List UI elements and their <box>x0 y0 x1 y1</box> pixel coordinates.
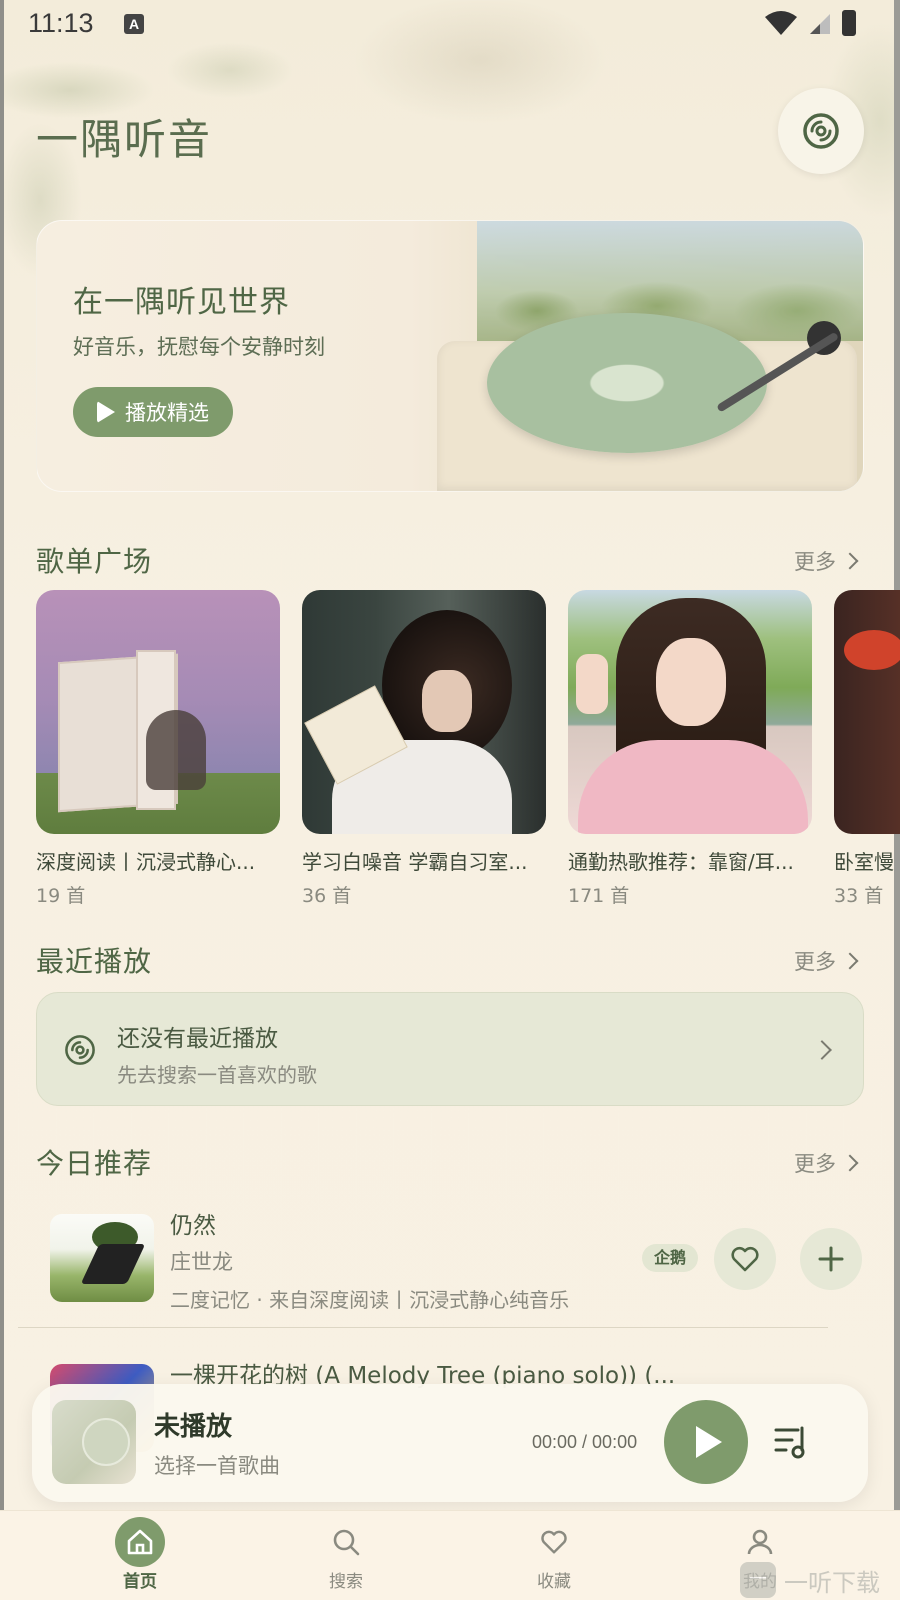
plus-icon <box>818 1246 844 1272</box>
recent-empty-subtitle: 先去搜索一首喜欢的歌 <box>117 1063 317 1087</box>
nav-favorites-icon-bg <box>529 1517 579 1567</box>
cover-art-hand <box>576 654 608 714</box>
disc-icon <box>803 113 839 149</box>
chevron-right-icon <box>841 1154 859 1172</box>
nav-favorites[interactable]: 收藏 <box>494 1511 614 1600</box>
cover-art-disc <box>82 1418 130 1466</box>
recent-section-title: 最近播放 <box>36 945 153 978</box>
playlist-count: 33 首 <box>834 885 884 907</box>
source-badge: 企鹅 <box>642 1244 699 1272</box>
cover-art-figure <box>146 710 206 790</box>
like-button[interactable] <box>714 1228 776 1290</box>
playlist-name: 深度阅读丨沉浸式静心... <box>36 850 256 874</box>
playlist-name: 卧室慢 <box>834 850 894 874</box>
disc-icon <box>65 1035 95 1065</box>
recommend-section-title: 今日推荐 <box>36 1147 153 1180</box>
user-icon <box>747 1529 773 1555</box>
hero-banner[interactable]: 在一隅听见世界 好音乐，抚慰每个安静时刻 播放精选 <box>36 220 864 492</box>
playlist-cover <box>302 590 546 834</box>
play-featured-label: 播放精选 <box>125 401 209 425</box>
nav-search[interactable]: 搜索 <box>286 1511 406 1600</box>
watermark: 一 一听下载 <box>740 1562 880 1598</box>
playlist-cover <box>36 590 280 834</box>
screen-edge-left <box>0 0 4 1510</box>
cover-art-top <box>578 740 808 834</box>
now-playing-disc-button[interactable] <box>778 88 864 174</box>
more-label: 更多 <box>794 1152 836 1176</box>
recent-more-link[interactable]: 更多 <box>794 946 859 976</box>
cover-art-face <box>422 670 472 732</box>
home-icon <box>127 1529 153 1555</box>
recommend-more-link[interactable]: 更多 <box>794 1148 859 1178</box>
cover-art-crab <box>844 630 900 670</box>
chevron-right-icon <box>841 552 859 570</box>
nav-label: 首页 <box>123 1572 157 1592</box>
song-title: 仍然 <box>170 1213 216 1239</box>
heart-icon <box>541 1530 567 1554</box>
song-artist: 庄世龙 <box>170 1250 233 1274</box>
recent-empty-card[interactable]: 还没有最近播放 先去搜索一首喜欢的歌 <box>36 992 864 1106</box>
playlist-name: 通勤热歌推荐：靠窗/耳... <box>568 850 794 874</box>
playlist-count: 36 首 <box>302 885 352 907</box>
song-cover <box>50 1214 154 1302</box>
nav-label: 收藏 <box>537 1572 571 1592</box>
status-icons <box>764 10 856 36</box>
playlist-cover <box>834 590 900 834</box>
row-divider <box>18 1327 828 1328</box>
status-time: 11:13 <box>28 8 94 38</box>
playlist-carousel[interactable]: 深度阅读丨沉浸式静心... 19 首 学习白噪音 学霸自习室... 36 首 通… <box>36 590 900 910</box>
more-label: 更多 <box>794 950 836 974</box>
battery-icon <box>842 10 856 36</box>
player-time: 00:00 / 00:00 <box>532 1432 638 1452</box>
playlist-card[interactable]: 学习白噪音 学霸自习室... 36 首 <box>302 590 546 908</box>
cover-art-piano <box>80 1244 146 1284</box>
playlist-card[interactable]: 卧室慢 33 首 <box>834 590 900 908</box>
mini-player[interactable]: 未播放 选择一首歌曲 00:00 / 00:00 <box>32 1384 868 1502</box>
song-meta: 二度记忆 · 来自深度阅读丨沉浸式静心纯音乐 <box>170 1288 570 1312</box>
signal-icon <box>810 14 830 34</box>
nav-home-icon-bg <box>115 1517 165 1567</box>
wifi-icon <box>765 11 797 35</box>
heart-icon <box>731 1246 759 1272</box>
watermark-logo: 一 <box>740 1562 776 1598</box>
play-icon <box>97 401 115 423</box>
playlists-section-title: 歌单广场 <box>36 545 153 578</box>
playlist-card[interactable]: 通勤热歌推荐：靠窗/耳... 171 首 <box>568 590 812 908</box>
play-icon <box>696 1426 722 1458</box>
playlist-count: 19 首 <box>36 885 86 907</box>
nav-profile-icon-bg <box>735 1517 785 1567</box>
watermark-text: 一听下载 <box>784 1568 880 1597</box>
song-row[interactable]: 仍然 庄世龙 二度记忆 · 来自深度阅读丨沉浸式静心纯音乐 企鹅 <box>36 1196 864 1336</box>
chevron-right-icon <box>812 1040 832 1060</box>
playlist-card[interactable]: 深度阅读丨沉浸式静心... 19 首 <box>36 590 280 908</box>
nav-label: 搜索 <box>329 1572 363 1592</box>
playlist-queue-icon[interactable] <box>772 1422 812 1462</box>
status-bar: 11:13 A <box>0 0 900 48</box>
vinyl-record-image <box>487 313 767 453</box>
play-button[interactable] <box>664 1400 748 1484</box>
app-title: 一隅听音 <box>36 115 213 164</box>
hero-subtitle: 好音乐，抚慰每个安静时刻 <box>73 335 325 359</box>
add-to-queue-button[interactable] <box>800 1228 862 1290</box>
player-subtitle: 选择一首歌曲 <box>154 1454 280 1478</box>
nav-home[interactable]: 首页 <box>80 1511 200 1600</box>
input-method-icon: A <box>124 14 144 34</box>
playlists-more-link[interactable]: 更多 <box>794 546 859 576</box>
more-label: 更多 <box>794 550 836 574</box>
chevron-right-icon <box>841 952 859 970</box>
search-icon <box>333 1529 360 1556</box>
hero-title: 在一隅听见世界 <box>73 285 290 320</box>
cover-art-face <box>656 638 726 726</box>
playlist-cover <box>568 590 812 834</box>
playlist-count: 171 首 <box>568 885 630 907</box>
player-title: 未播放 <box>154 1412 233 1442</box>
player-cover <box>52 1400 136 1484</box>
play-featured-button[interactable]: 播放精选 <box>73 387 233 437</box>
nav-search-icon-bg <box>321 1517 371 1567</box>
recent-empty-title: 还没有最近播放 <box>117 1026 278 1052</box>
playlist-name: 学习白噪音 学霸自习室... <box>302 850 528 874</box>
